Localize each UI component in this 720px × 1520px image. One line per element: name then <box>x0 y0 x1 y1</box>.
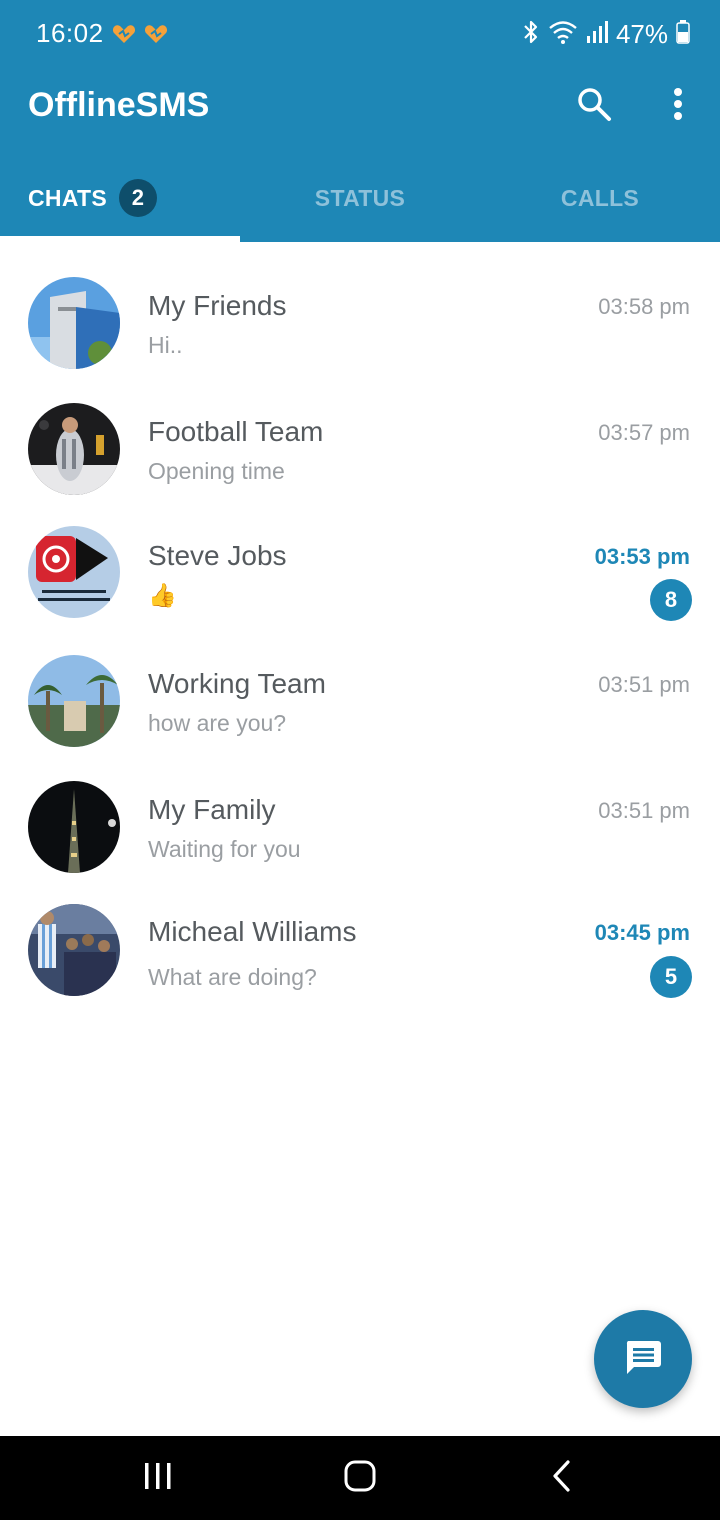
chat-time: 03:58 pm <box>598 294 690 319</box>
chat-name: My Friends <box>148 290 287 321</box>
chat-row[interactable]: Steve Jobs 👍 03:53 pm 8 <box>0 510 720 636</box>
chat-row[interactable]: My Family Waiting for you 03:51 pm <box>0 762 720 888</box>
home-icon <box>343 1459 377 1498</box>
avatar <box>28 781 120 873</box>
search-icon <box>576 86 612 127</box>
tab-label: CHATS <box>28 184 108 211</box>
notification-heart-icon <box>112 24 136 44</box>
bluetooth-icon <box>522 19 540 50</box>
chat-time: 03:51 pm <box>598 672 690 697</box>
tab-badge: 2 <box>119 179 158 217</box>
chat-message: Opening time <box>148 458 285 484</box>
chat-name: Working Team <box>148 668 326 699</box>
tab-label: CALLS <box>560 184 640 211</box>
chat-message: 👍 <box>148 582 177 608</box>
chat-name: My Family <box>148 794 276 825</box>
app-header: 16:02 47% OfflineSMS CHATS 2 STATUS CALL… <box>0 0 720 242</box>
status-icons: 47% <box>522 18 690 50</box>
status-bar: 16:02 47% <box>0 0 720 68</box>
chat-message: What are doing? <box>148 964 317 990</box>
back-button[interactable] <box>512 1436 612 1520</box>
avatar <box>28 904 120 996</box>
chat-message: Waiting for you <box>148 836 301 862</box>
chat-time: 03:57 pm <box>598 420 690 445</box>
avatar <box>28 526 120 618</box>
chat-row[interactable]: Football Team Opening time 03:57 pm <box>0 384 720 510</box>
status-time: 16:02 <box>36 18 104 48</box>
chat-time: 03:45 pm <box>594 920 690 945</box>
notification-heart-icon <box>144 24 168 44</box>
system-nav-bar <box>0 1436 720 1520</box>
tab-chats[interactable]: CHATS 2 <box>0 160 240 236</box>
tab-label: STATUS <box>314 184 406 211</box>
unread-count-badge: 5 <box>650 956 692 998</box>
avatar <box>28 403 120 495</box>
battery-percent: 47% <box>615 18 668 49</box>
unread-count-badge: 8 <box>650 579 692 621</box>
new-message-icon <box>623 1337 663 1382</box>
app-title: OfflineSMS <box>28 86 210 124</box>
chat-row[interactable]: Micheal Williams What are doing? 03:45 p… <box>0 888 720 1014</box>
new-chat-button[interactable] <box>594 1310 692 1408</box>
chat-name: Steve Jobs <box>148 540 287 571</box>
wifi-icon <box>548 19 578 50</box>
chat-time: 03:53 pm <box>594 544 690 569</box>
chat-message: Hi.. <box>148 332 183 358</box>
avatar <box>28 277 120 369</box>
more-vertical-icon <box>672 87 684 126</box>
avatar <box>28 655 120 747</box>
chat-row[interactable]: My Friends Hi.. 03:58 pm <box>0 258 720 384</box>
chat-time: 03:51 pm <box>598 798 690 823</box>
tab-indicator <box>0 236 240 242</box>
chat-name: Micheal Williams <box>148 916 357 947</box>
signal-icon <box>586 20 608 49</box>
chat-name: Football Team <box>148 416 324 447</box>
tab-calls[interactable]: CALLS <box>480 160 720 236</box>
recent-apps-icon <box>143 1461 173 1496</box>
more-options-button[interactable] <box>658 84 698 128</box>
back-icon <box>550 1459 574 1498</box>
chat-message: how are you? <box>148 710 287 736</box>
chat-row[interactable]: Working Team how are you? 03:51 pm <box>0 636 720 762</box>
battery-icon <box>676 19 690 49</box>
home-button[interactable] <box>310 1436 410 1520</box>
recent-apps-button[interactable] <box>108 1436 208 1520</box>
search-button[interactable] <box>572 84 616 128</box>
tab-status[interactable]: STATUS <box>240 160 480 236</box>
